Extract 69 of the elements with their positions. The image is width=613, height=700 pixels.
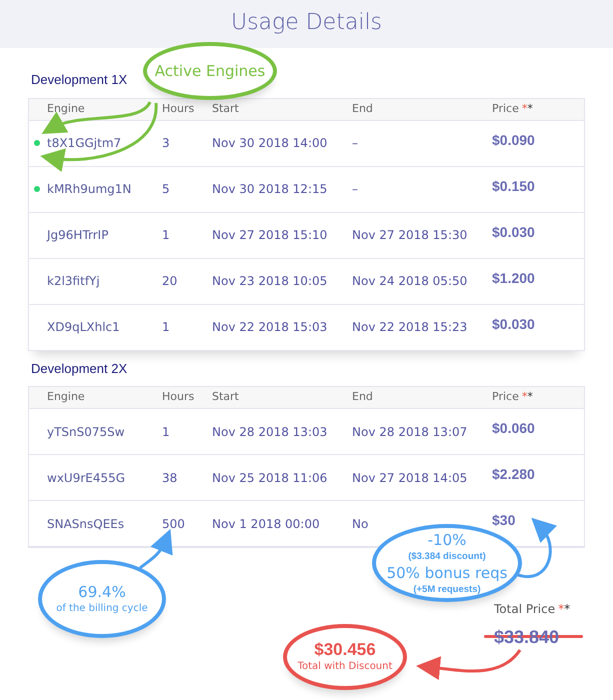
column-header: Start	[212, 100, 239, 117]
asterisk: *	[564, 601, 570, 618]
engine-id: k2l3fitfYj	[47, 273, 100, 290]
price-cell-text: $30	[492, 511, 516, 530]
callout-text: 50% bonus reqs	[386, 563, 508, 583]
hours-cell-text: 1	[162, 227, 170, 244]
hours-cell-text: 1	[162, 424, 170, 440]
column-header: Engine	[47, 100, 85, 117]
engine-id: t8X1GGjtm7	[47, 135, 122, 152]
date-cell-text: Nov 1 2018 00:00	[212, 516, 320, 532]
callout-text: ($3.384 discount)	[408, 550, 486, 563]
callout-text: 69.4%	[78, 582, 126, 602]
hours-cell-text: 38	[162, 470, 178, 486]
date-cell-text: Nov 28 2018 13:03	[212, 424, 328, 440]
price-cell-text: $0.030	[492, 314, 535, 334]
column-header: Price	[492, 389, 519, 406]
engine-id: kMRh9umg1N	[47, 181, 132, 198]
hours-cell-text: 5	[162, 181, 170, 198]
callout-text: $30.456	[314, 640, 376, 660]
callout-text: Active Engines	[154, 61, 266, 81]
callout-text: Total with Discount	[298, 660, 392, 674]
price-cell-text: $1.200	[492, 268, 535, 288]
column-header: Engine	[47, 389, 85, 406]
hours-cell-text: 500	[162, 516, 185, 532]
date-cell-text: Nov 22 2018 15:23	[352, 319, 468, 336]
hours-cell-text: 3	[162, 135, 170, 152]
asterisk: *	[527, 389, 533, 406]
column-header: Start	[212, 389, 239, 406]
callout-text: of the billing cycle	[56, 602, 148, 616]
date-cell-text: Nov 30 2018 12:15	[212, 181, 328, 198]
engine-id: SNASnsQEEs	[47, 516, 124, 532]
total-label: Total Price	[494, 601, 556, 618]
section-title: Development 1X	[31, 71, 128, 89]
asterisk: *	[527, 100, 533, 117]
hours-cell-text: 1	[162, 319, 170, 336]
engine-id: yTSnS075Sw	[47, 424, 125, 440]
date-cell-text: Nov 27 2018 15:30	[352, 227, 468, 244]
date-cell-text: Nov 30 2018 14:00	[212, 135, 328, 152]
date-cell-text: Nov 28 2018 13:07	[352, 424, 468, 440]
date-cell-text: Nov 25 2018 11:06	[212, 470, 328, 486]
column-header: Hours	[162, 100, 194, 117]
price-cell-text: $2.280	[492, 465, 535, 484]
callout-text: (+5M requests)	[413, 583, 481, 596]
price-cell-text: $0.090	[492, 130, 535, 150]
engine-id: wxU9rE455G	[47, 470, 126, 486]
date-cell-text: –	[352, 135, 358, 152]
page-title: Usage Details	[230, 9, 382, 37]
date-cell-text: Nov 23 2018 10:05	[212, 273, 328, 290]
column-header: Price	[492, 100, 519, 117]
engine-id: XD9qLXhlc1	[47, 319, 120, 336]
date-cell-text: Nov 27 2018 14:05	[352, 470, 468, 486]
asterisk: *	[522, 389, 528, 406]
price-cell-text: $0.030	[492, 222, 535, 242]
column-header: Hours	[162, 389, 194, 406]
hours-cell-text: 20	[162, 273, 178, 290]
column-header: End	[352, 389, 373, 406]
price-cell-text: $0.060	[492, 419, 535, 438]
date-cell-text: No	[352, 516, 368, 532]
asterisk: *	[522, 100, 528, 117]
asterisk: *	[558, 601, 564, 618]
date-cell-text: –	[352, 181, 358, 198]
column-header: End	[352, 100, 373, 117]
date-cell-text: Nov 24 2018 05:50	[352, 273, 468, 290]
section-title: Development 2X	[31, 360, 128, 378]
callout-text: -10%	[428, 530, 466, 550]
date-cell-text: Nov 27 2018 15:10	[212, 227, 328, 244]
date-cell-text: Nov 22 2018 15:03	[212, 319, 328, 336]
engine-id: Jg96HTrrIP	[47, 227, 108, 244]
price-cell-text: $0.150	[492, 176, 535, 196]
